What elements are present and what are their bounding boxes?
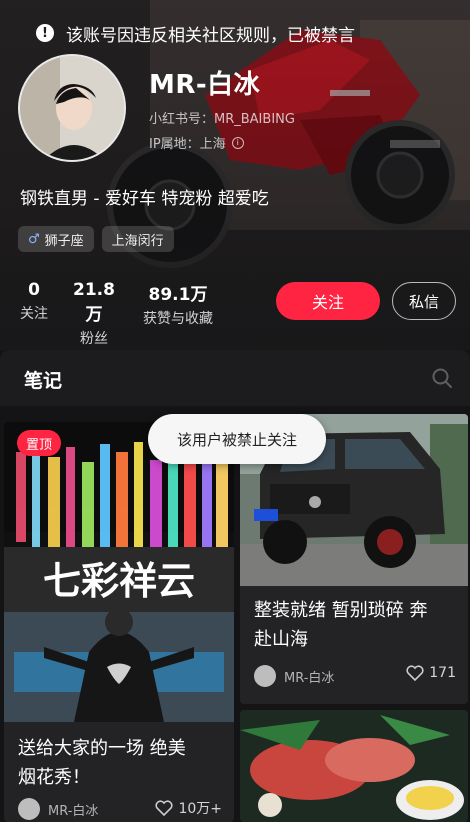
profile-stats: 0 关注 21.8万 粉丝 89.1万 获赞与收藏 (0, 280, 260, 347)
note-title: 整装就绪 暂别琐碎 奔 赴山海 (254, 596, 427, 654)
pinned-badge: 置顶 (17, 430, 62, 456)
tag-location: 上海闵行 (101, 226, 174, 252)
search-icon[interactable] (430, 366, 454, 390)
author-avatar (18, 798, 40, 820)
info-icon[interactable]: i (231, 136, 244, 149)
note-title-line-2: 赴山海 (254, 629, 308, 650)
cover-caption: 七彩祥云 (43, 558, 195, 603)
stat-following[interactable]: 0 关注 (19, 280, 49, 323)
tag-zodiac-label: 狮子座 (44, 233, 84, 249)
profile-name: MR-白冰 (149, 70, 261, 100)
like-count[interactable]: 171 (406, 665, 456, 681)
message-button[interactable]: 私信 (392, 282, 456, 320)
license-plate (254, 509, 278, 521)
like-count-value: 10万+ (178, 801, 222, 817)
follow-button[interactable]: 关注 (276, 282, 380, 320)
stat-likes-saves[interactable]: 89.1万 获赞与收藏 (136, 280, 220, 328)
profile-bio: 钢铁直男 - 爱好车 特宠粉 超爱吃 (20, 189, 269, 209)
note-card[interactable]: 七彩祥云 送给大家的一场 绝美 烟花秀！ MR-白冰 10万+ (4, 422, 234, 822)
heart-icon (406, 665, 424, 681)
author-name: MR-白冰 (48, 803, 99, 819)
notes-tab-bar: 笔记 (0, 350, 470, 406)
note-cover-image (240, 710, 468, 822)
note-title-line-2: 烟花秀！ (18, 767, 90, 788)
ban-notice: ! 该账号因违反相关社区规则，已被禁言 (36, 21, 355, 46)
ban-notice-text: 该账号因违反相关社区规则，已被禁言 (66, 25, 355, 46)
author-name: MR-白冰 (284, 670, 335, 686)
note-author[interactable]: MR-白冰 (18, 798, 98, 820)
stat-fans-label: 粉丝 (80, 331, 108, 347)
tab-notes[interactable]: 笔记 (24, 366, 62, 393)
note-title-line-1: 送给大家的一场 绝美 (18, 738, 186, 759)
note-card[interactable] (240, 710, 468, 822)
exclamation-icon: ! (36, 24, 54, 42)
profile-tags: ♂ 狮子座 上海闵行 (18, 226, 174, 252)
red-id: 小红书号：MR_BAIBING (149, 112, 295, 127)
stat-following-label: 关注 (20, 306, 48, 322)
tag-zodiac: ♂ 狮子座 (18, 226, 94, 252)
like-count-value: 171 (429, 665, 456, 681)
ip-location: IP属地：上海 i (149, 133, 244, 152)
ip-location-text: IP属地：上海 (149, 137, 226, 152)
stat-likes-saves-label: 获赞与收藏 (143, 311, 213, 327)
note-author[interactable]: MR-白冰 (254, 665, 334, 687)
author-avatar (254, 665, 276, 687)
male-icon: ♂ (28, 231, 40, 247)
like-count[interactable]: 10万+ (155, 798, 222, 818)
toast-message: 该用户被禁止关注 (148, 414, 326, 464)
stat-likes-saves-value: 89.1万 (148, 285, 208, 305)
heart-icon (155, 800, 173, 816)
note-title: 送给大家的一场 绝美 烟花秀！ (18, 734, 186, 792)
stat-fans-value: 21.8万 (73, 280, 115, 325)
stat-following-value: 0 (28, 280, 40, 300)
note-cover-image: 七彩祥云 (4, 422, 234, 722)
avatar[interactable] (18, 54, 126, 162)
tag-location-label: 上海闵行 (111, 233, 164, 249)
avatar-photo (20, 56, 124, 160)
stat-fans[interactable]: 21.8万 粉丝 (66, 280, 122, 348)
note-title-line-1: 整装就绪 暂别琐碎 奔 (254, 600, 428, 621)
